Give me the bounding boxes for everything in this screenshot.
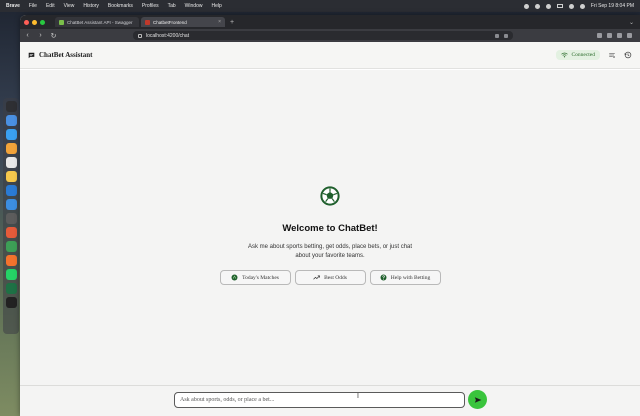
menu-file[interactable]: File bbox=[29, 3, 37, 9]
share-icon[interactable] bbox=[495, 33, 499, 38]
close-window-button[interactable] bbox=[24, 19, 29, 25]
address-bar[interactable]: localhost:4200/chat bbox=[133, 31, 513, 40]
wifi-icon bbox=[561, 52, 569, 58]
forward-icon[interactable]: › bbox=[37, 32, 44, 39]
text-cursor-icon: I bbox=[357, 393, 359, 400]
menu-edit[interactable]: Edit bbox=[46, 3, 55, 9]
menu-icon[interactable] bbox=[627, 33, 632, 38]
help-with-betting-button[interactable]: Help with Betting bbox=[369, 270, 441, 285]
minimize-window-button[interactable] bbox=[32, 19, 37, 25]
tab-bar: ChatBet Assistant API - Swagger ChatbetF… bbox=[20, 15, 640, 29]
dock-app-icon[interactable] bbox=[5, 129, 17, 140]
menu-window[interactable]: Window bbox=[185, 3, 203, 9]
menu-profiles[interactable]: Profiles bbox=[142, 3, 159, 9]
maximize-window-button[interactable] bbox=[40, 19, 45, 25]
dock-app-icon[interactable] bbox=[5, 269, 17, 280]
brave-shield-icon[interactable] bbox=[504, 33, 508, 38]
question-icon bbox=[380, 274, 387, 281]
window-controls bbox=[24, 19, 45, 25]
tab-list-chevron-icon[interactable]: ⌄ bbox=[629, 19, 634, 26]
header-actions: Connected bbox=[556, 50, 632, 60]
new-tab-button[interactable]: + bbox=[230, 19, 234, 26]
soccer-ball-icon bbox=[231, 274, 238, 281]
connection-status-badge: Connected bbox=[556, 50, 600, 60]
menu-bookmarks[interactable]: Bookmarks bbox=[108, 3, 133, 9]
quick-action-label: Help with Betting bbox=[390, 274, 431, 281]
dock-app-icon[interactable] bbox=[5, 297, 17, 308]
best-odds-button[interactable]: Best Odds bbox=[294, 270, 366, 285]
status-icon[interactable] bbox=[523, 3, 529, 9]
todays-matches-button[interactable]: Today's Matches bbox=[219, 270, 291, 285]
quick-action-label: Today's Matches bbox=[242, 274, 279, 281]
dock-app-icon[interactable] bbox=[5, 101, 17, 112]
menu-view[interactable]: View bbox=[64, 3, 75, 9]
dock-app-icon[interactable] bbox=[5, 255, 17, 266]
reload-icon[interactable]: ↻ bbox=[50, 32, 57, 40]
battery-icon[interactable] bbox=[556, 4, 563, 8]
history-icon[interactable] bbox=[624, 51, 632, 59]
site-info-icon[interactable] bbox=[138, 33, 142, 38]
tab-favicon-icon bbox=[59, 19, 64, 25]
dock-app-icon[interactable] bbox=[5, 283, 17, 294]
dock-app-icon[interactable] bbox=[5, 171, 17, 182]
macos-menu-bar: Brave File Edit View History Bookmarks P… bbox=[0, 0, 640, 12]
menu-tab[interactable]: Tab bbox=[168, 3, 176, 9]
welcome-panel: Welcome to ChatBet! Ask me about sports … bbox=[20, 185, 640, 285]
back-icon[interactable]: ‹ bbox=[24, 32, 31, 39]
soccer-ball-icon bbox=[320, 186, 340, 206]
welcome-description: Ask me about sports betting, get odds, p… bbox=[247, 244, 413, 259]
brand: ChatBet Assistant bbox=[28, 51, 92, 59]
dock-app-icon[interactable] bbox=[5, 185, 17, 196]
browser-window: ChatBet Assistant API - Swagger ChatbetF… bbox=[20, 15, 640, 416]
menu-clock[interactable]: Fri Sep 19 8:04 PM bbox=[591, 3, 634, 9]
menu-status-area: Fri Sep 19 8:04 PM bbox=[523, 3, 634, 9]
connection-status-text: Connected bbox=[571, 52, 595, 58]
dock-app-icon[interactable] bbox=[5, 199, 17, 210]
browser-tab-active[interactable]: ChatbetFrontend × bbox=[141, 17, 225, 27]
menu-help[interactable]: Help bbox=[211, 3, 221, 9]
url-text: localhost:4200/chat bbox=[146, 32, 190, 39]
tab-favicon-icon bbox=[145, 19, 150, 25]
browser-toolbar: ‹ › ↻ localhost:4200/chat bbox=[20, 29, 640, 42]
wallet-icon[interactable] bbox=[617, 33, 622, 38]
dock-app-icon[interactable] bbox=[5, 143, 17, 154]
search-icon[interactable] bbox=[579, 3, 585, 9]
app-title: ChatBet Assistant bbox=[39, 51, 93, 59]
status-icon[interactable] bbox=[545, 3, 551, 9]
tab-title: ChatbetFrontend bbox=[153, 19, 187, 25]
menu-history[interactable]: History bbox=[83, 3, 99, 9]
message-input[interactable] bbox=[174, 392, 465, 408]
browser-tab[interactable]: ChatBet Assistant API - Swagger bbox=[55, 17, 139, 27]
dock-app-icon[interactable] bbox=[5, 213, 17, 224]
extensions-area bbox=[597, 33, 632, 38]
send-icon bbox=[474, 396, 481, 403]
extension-icon[interactable] bbox=[607, 33, 612, 38]
quick-actions: Today's Matches Best Odds Help with Bett… bbox=[20, 270, 640, 285]
app-header: ChatBet Assistant Connected bbox=[20, 42, 640, 69]
trending-up-icon bbox=[313, 275, 320, 280]
clear-chat-icon[interactable] bbox=[608, 51, 616, 59]
dock-app-icon[interactable] bbox=[5, 227, 17, 238]
dock-app-icon[interactable] bbox=[5, 157, 17, 168]
status-icon[interactable] bbox=[534, 3, 540, 9]
dock-app-icon[interactable] bbox=[5, 241, 17, 252]
menu-app-name[interactable]: Brave bbox=[6, 3, 20, 9]
close-tab-icon[interactable]: × bbox=[218, 19, 221, 25]
chat-bubble-icon bbox=[28, 52, 35, 58]
welcome-title: Welcome to ChatBet! bbox=[282, 223, 378, 234]
chat-area: Welcome to ChatBet! Ask me about sports … bbox=[20, 70, 640, 385]
wifi-icon[interactable] bbox=[568, 3, 574, 9]
send-button[interactable] bbox=[468, 390, 487, 409]
composer: I bbox=[20, 385, 640, 416]
dock-app-icon[interactable] bbox=[5, 115, 17, 126]
quick-action-label: Best Odds bbox=[324, 274, 347, 281]
address-bar-actions bbox=[495, 33, 508, 38]
dock bbox=[3, 98, 19, 334]
tab-title: ChatBet Assistant API - Swagger bbox=[67, 19, 133, 25]
sidebar-icon[interactable] bbox=[597, 33, 602, 38]
